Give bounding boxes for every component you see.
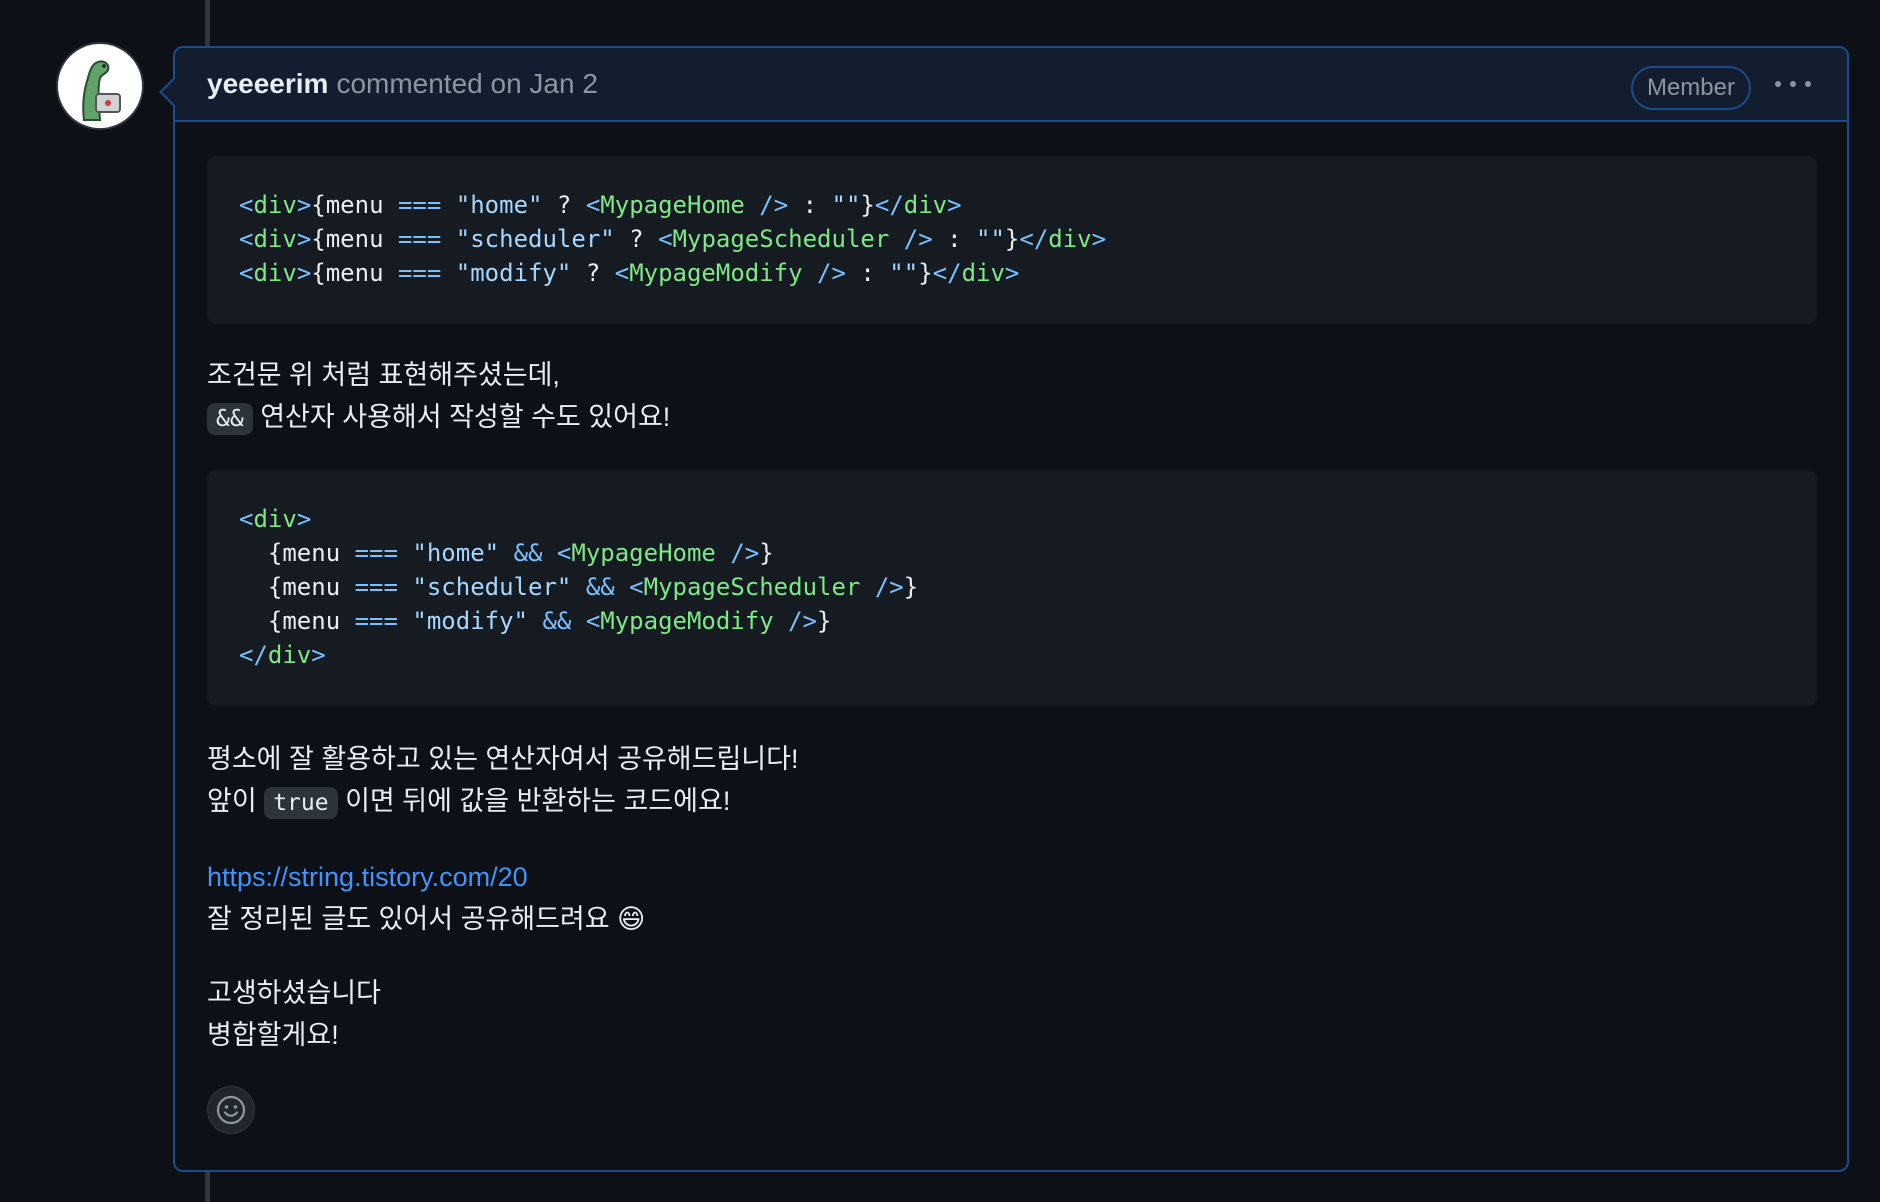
- text-line: 병합할게요!: [207, 1020, 339, 1050]
- author-name[interactable]: yeeeerim: [207, 68, 328, 100]
- text-line: 평소에 잘 활용하고 있는 연산자여서 공유해드립니다!: [207, 744, 799, 774]
- code-block-ternary: <div>{menu === "home" ? <MypageHome /> :…: [207, 156, 1817, 324]
- paragraph-explanation: 평소에 잘 활용하고 있는 연산자여서 공유해드립니다! 앞이 true 이면 …: [207, 738, 1817, 824]
- reference-link[interactable]: https://string.tistory.com/20: [207, 862, 528, 892]
- text-line: 고생하셨습니다: [207, 978, 381, 1008]
- comment-body: <div>{menu === "home" ? <MypageHome /> :…: [207, 156, 1817, 1056]
- smiley-icon: [216, 1095, 246, 1125]
- paragraph-link: https://string.tistory.com/20 잘 정리된 글도 있…: [207, 856, 1817, 940]
- comment-header: yeeeerim commented on Jan 2 Member: [175, 48, 1847, 122]
- code-line: <div>{menu === "scheduler" ? <MypageSche…: [239, 225, 1107, 253]
- code-line: <div>: [239, 505, 312, 533]
- code-block-logical-and: <div> {menu === "home" && <MypageHome />…: [207, 470, 1817, 706]
- paragraph-operator-suggestion: 조건문 위 처럼 표현해주셨는데, && 연산자 사용해서 작성할 수도 있어요…: [207, 354, 1817, 440]
- text-line: && 연산자 사용해서 작성할 수도 있어요!: [207, 396, 1817, 440]
- add-reaction-button[interactable]: [207, 1086, 255, 1134]
- dinosaur-avatar-icon: [58, 44, 142, 128]
- comment-timestamp[interactable]: commented on Jan 2: [336, 68, 598, 100]
- text-line: 조건문 위 처럼 표현해주셨는데,: [207, 360, 560, 390]
- code-line: {menu === "home" && <MypageHome />}: [239, 539, 774, 567]
- code-line: </div>: [239, 641, 326, 669]
- inline-code: true: [264, 787, 338, 819]
- paragraph-closing: 고생하셨습니다 병합할게요!: [207, 972, 1817, 1056]
- author-avatar[interactable]: [58, 44, 142, 128]
- comment-card: yeeeerim commented on Jan 2 Member <div>…: [159, 46, 1849, 1172]
- inline-code: &&: [207, 403, 253, 435]
- code-line: <div>{menu === "home" ? <MypageHome /> :…: [239, 191, 962, 219]
- member-badge: Member: [1630, 66, 1751, 110]
- text-line: 잘 정리된 글도 있어서 공유해드려요 😄: [207, 904, 646, 934]
- kebab-icon[interactable]: [1775, 72, 1811, 96]
- code-line: {menu === "scheduler" && <MypageSchedule…: [239, 573, 919, 601]
- code-line: {menu === "modify" && <MypageModify />}: [239, 607, 832, 635]
- code-line: <div>{menu === "modify" ? <MypageModify …: [239, 259, 1020, 287]
- text-line: 앞이 true 이면 뒤에 값을 반환하는 코드에요!: [207, 780, 1817, 824]
